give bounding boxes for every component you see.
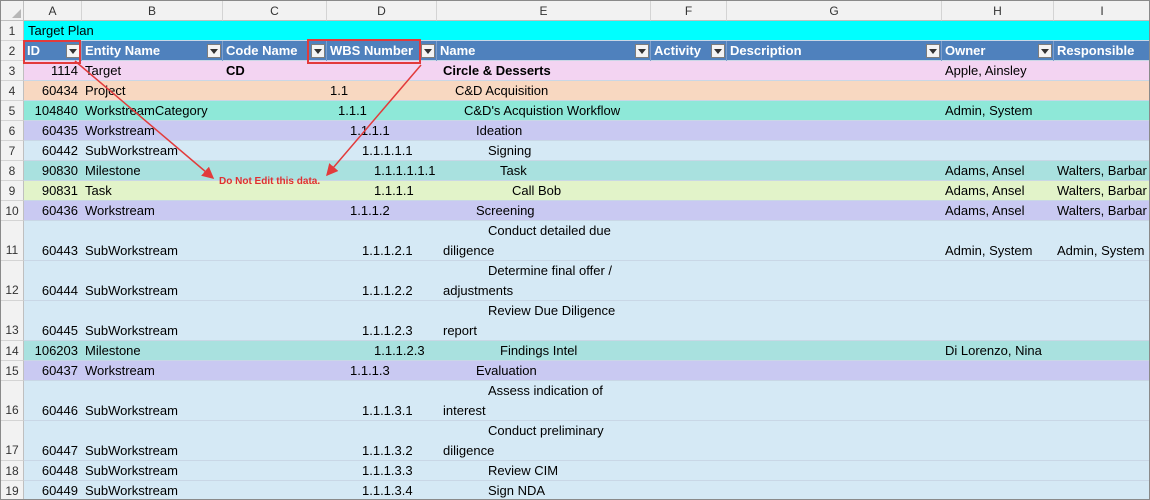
spreadsheet: ABCDEFGHI 1 Target Plan 2 ID Entity Name Code… bbox=[0, 0, 1150, 500]
annotation-arrows bbox=[74, 60, 422, 179]
do-not-edit-note: Do Not Edit this data. bbox=[219, 176, 321, 187]
wbs-number-highlight-box bbox=[307, 39, 421, 64]
annotation-arrow-wbs bbox=[326, 64, 422, 177]
annotation-arrow-id bbox=[74, 60, 215, 179]
id-highlight-box bbox=[23, 40, 81, 64]
